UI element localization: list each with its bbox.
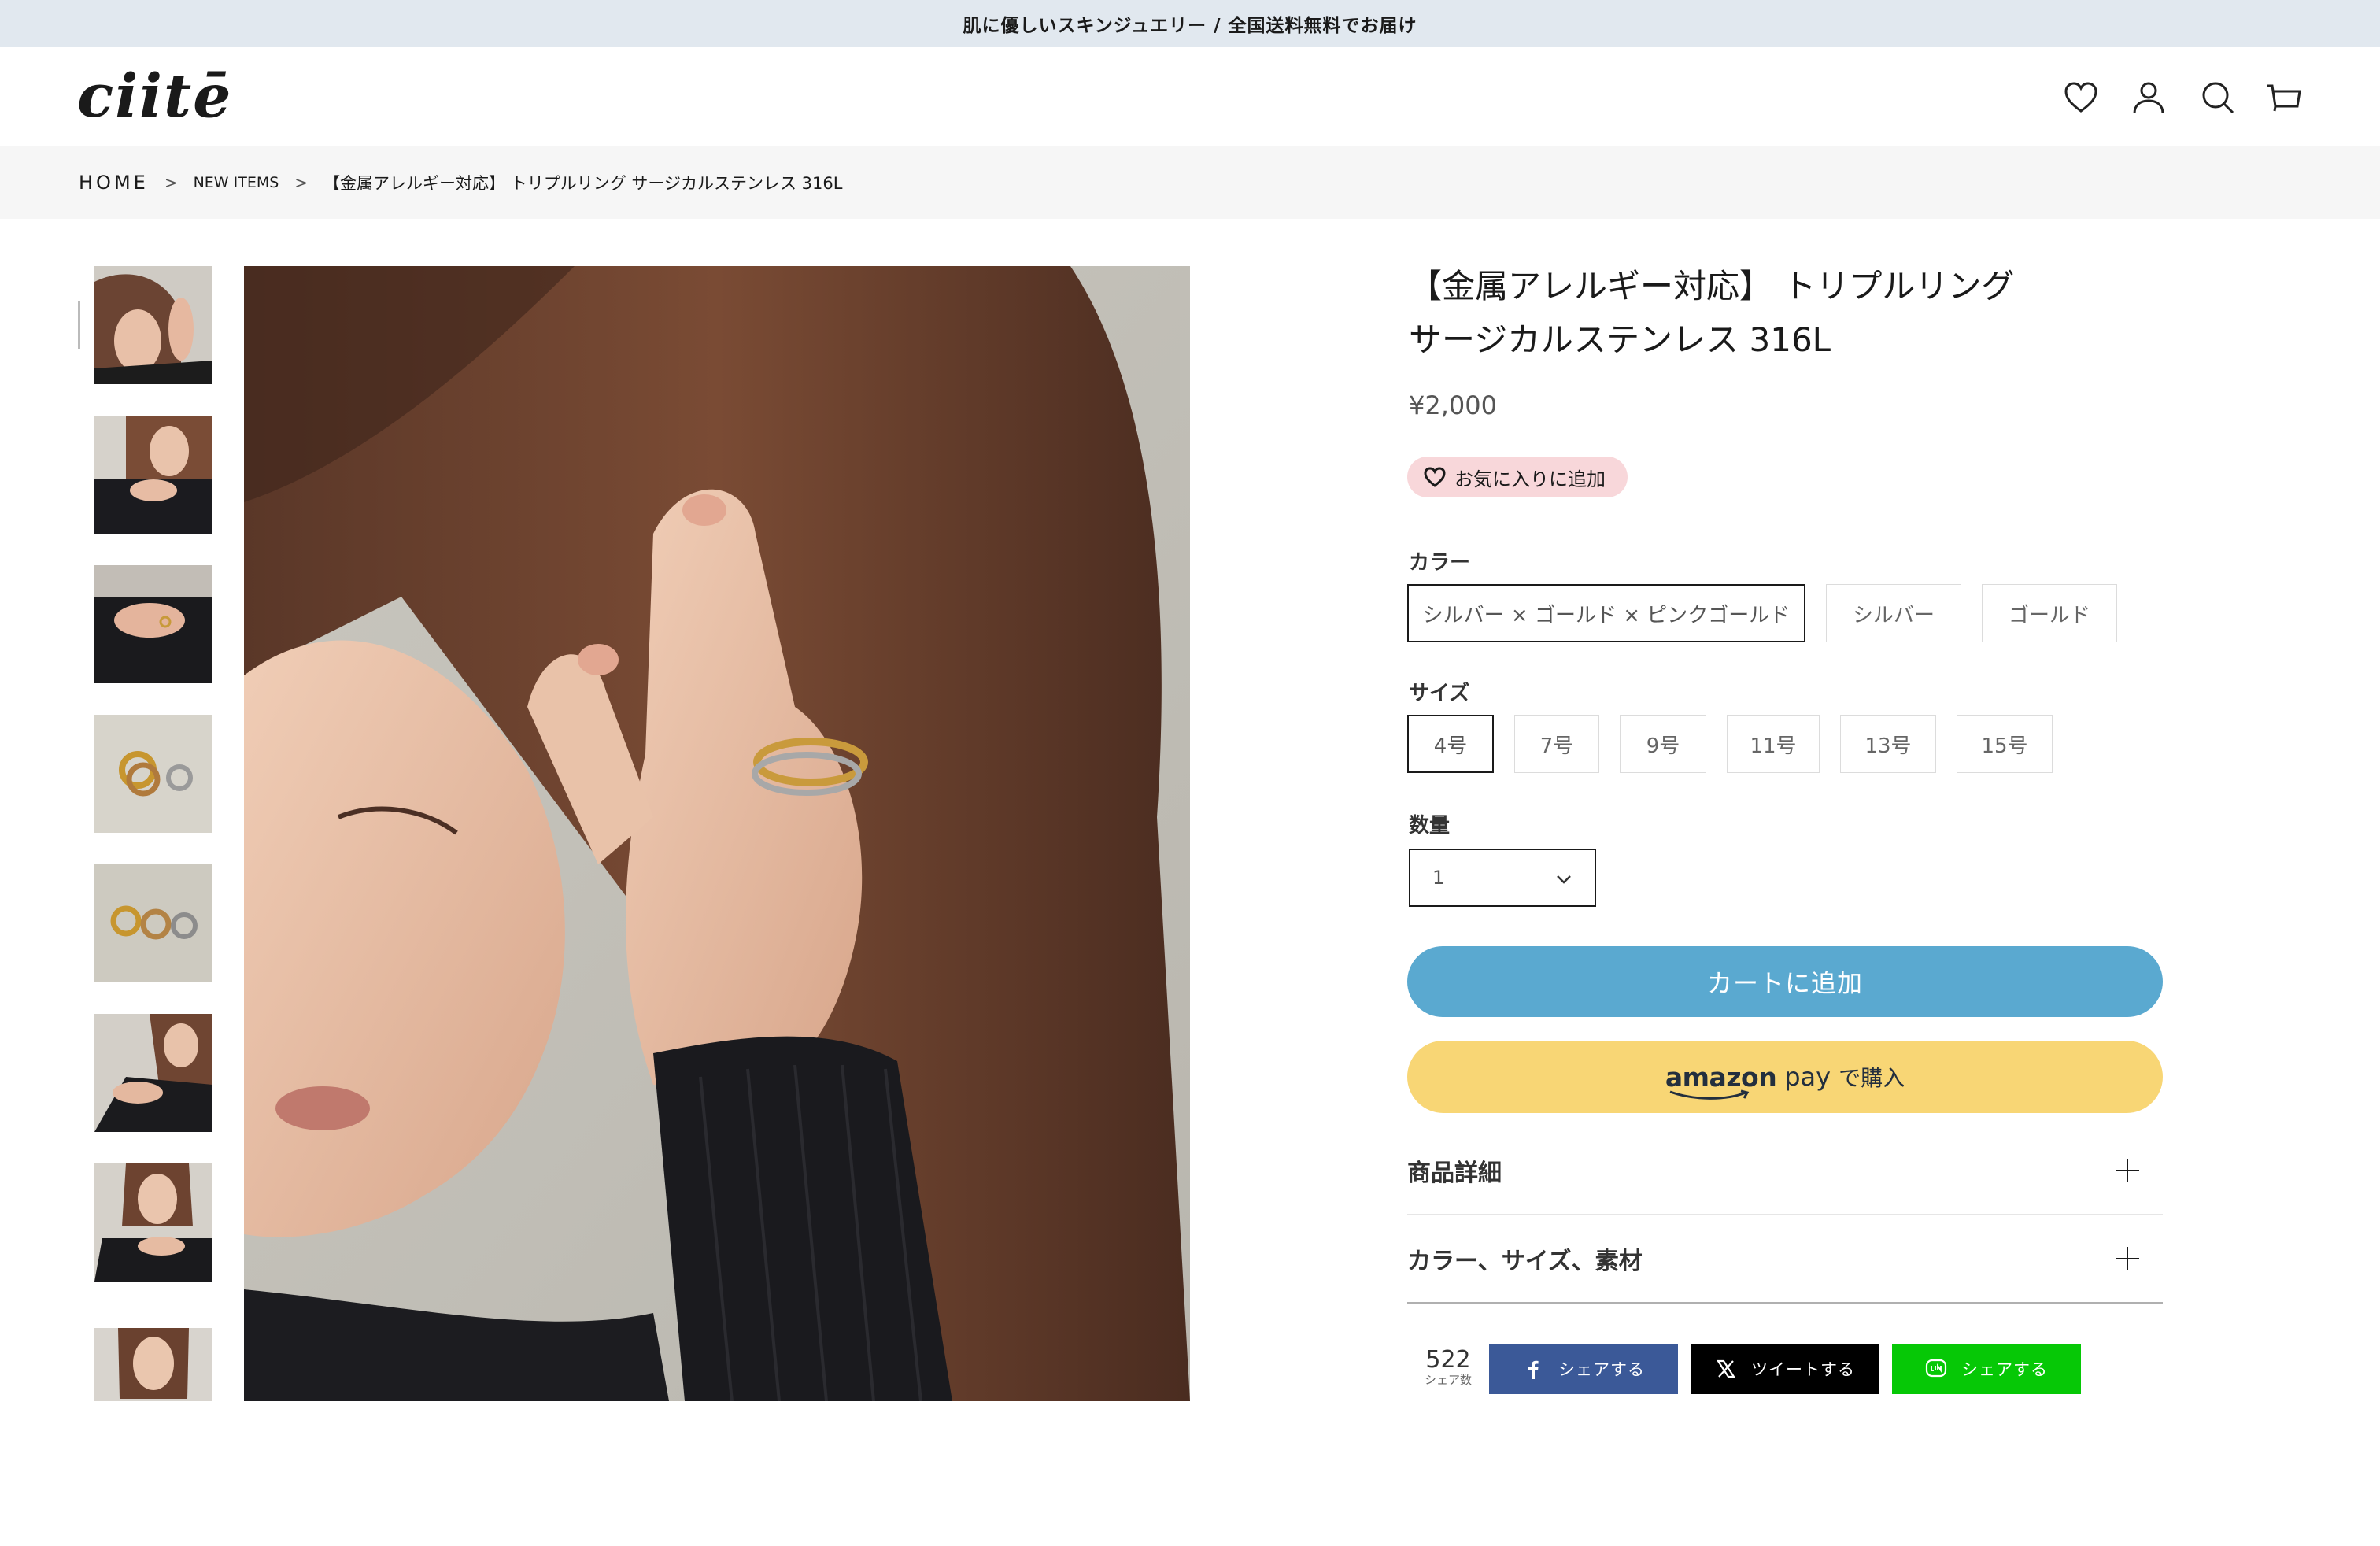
chevron-down-icon xyxy=(1557,875,1571,884)
line-share-label: シェアする xyxy=(1961,1360,2048,1379)
line-icon xyxy=(1925,1359,1947,1378)
main-product-image xyxy=(244,266,1190,1401)
amazon-buy-text: で購入 xyxy=(1839,1065,1905,1091)
size-option-7[interactable]: 7号 xyxy=(1514,715,1599,773)
heart-icon xyxy=(1424,467,1446,487)
announcement-text: 肌に優しいスキンジュエリー / 全国送料無料でお届け xyxy=(963,16,1417,36)
accordion-product-details[interactable]: 商品詳細 xyxy=(1407,1127,2163,1215)
product-price: ¥2,000 xyxy=(1409,390,1497,420)
logo[interactable]: ciitē xyxy=(77,65,232,128)
thumbnail-6[interactable] xyxy=(94,1014,213,1132)
size-option-13[interactable]: 13号 xyxy=(1840,715,1936,773)
heart-icon[interactable] xyxy=(2060,77,2101,118)
x-logo-icon xyxy=(1716,1359,1736,1378)
plus-icon xyxy=(2116,1247,2139,1270)
add-to-favorites-label: お気に入りに追加 xyxy=(1454,468,1606,490)
size-option-4[interactable]: 4号 xyxy=(1407,715,1494,773)
breadcrumb-home[interactable]: HOME xyxy=(79,172,149,194)
thumbnail-7[interactable] xyxy=(94,1163,213,1282)
thumbnail-5[interactable] xyxy=(94,864,213,982)
product-title-line-1: 【金属アレルギー対応】 トリプルリング xyxy=(1409,267,2015,305)
breadcrumb-current: 【金属アレルギー対応】 トリプルリング サージカルステンレス 316L xyxy=(323,174,843,193)
amazon-pay-button[interactable]: amazon pay で購入 xyxy=(1407,1041,2163,1113)
line-share-button[interactable]: シェアする xyxy=(1892,1344,2081,1394)
amazon-logo-text: amazon xyxy=(1665,1061,1777,1093)
thumbnail-3[interactable] xyxy=(94,565,213,683)
accordion-title: カラー、サイズ、素材 xyxy=(1407,1248,1643,1275)
accordion-title: 商品詳細 xyxy=(1407,1160,1502,1187)
site-header: ciitē xyxy=(0,47,2380,146)
breadcrumb: HOME > NEW ITEMS > 【金属アレルギー対応】 トリプルリング サ… xyxy=(0,146,2380,219)
facebook-icon xyxy=(1528,1360,1539,1379)
product-title: 【金属アレルギー対応】 トリプルリング サージカルステンレス 316L xyxy=(1409,260,2117,367)
color-option-mixed[interactable]: シルバー × ゴールド × ピンクゴールド xyxy=(1407,584,1805,642)
amazon-logo: amazon xyxy=(1665,1061,1777,1100)
accordion-color-size-material[interactable]: カラー、サイズ、素材 xyxy=(1407,1215,2163,1304)
color-option-silver[interactable]: シルバー xyxy=(1826,584,1961,642)
plus-icon xyxy=(2116,1159,2139,1182)
breadcrumb-category[interactable]: NEW ITEMS xyxy=(194,174,279,191)
quantity-label: 数量 xyxy=(1409,814,1451,838)
breadcrumb-separator: > xyxy=(164,173,178,192)
thumbnail-4[interactable] xyxy=(94,715,213,833)
share-count-number: 522 xyxy=(1425,1346,1471,1374)
color-option-gold[interactable]: ゴールド xyxy=(1982,584,2117,642)
add-to-cart-button[interactable]: カートに追加 xyxy=(1407,946,2163,1017)
facebook-share-button[interactable]: シェアする xyxy=(1489,1344,1678,1394)
announcement-bar: 肌に優しいスキンジュエリー / 全国送料無料でお届け xyxy=(0,0,2380,47)
size-option-11[interactable]: 11号 xyxy=(1727,715,1820,773)
thumbnail-8[interactable] xyxy=(94,1313,213,1401)
size-label: サイズ xyxy=(1409,682,1470,705)
thumbnail-1[interactable] xyxy=(94,266,213,384)
thumbnail-2[interactable] xyxy=(94,416,213,534)
add-to-favorites-button[interactable]: お気に入りに追加 xyxy=(1407,457,1628,497)
cart-icon[interactable] xyxy=(2264,77,2304,118)
x-tweet-label: ツイートする xyxy=(1751,1360,1855,1379)
size-option-9[interactable]: 9号 xyxy=(1620,715,1706,773)
facebook-share-label: シェアする xyxy=(1558,1360,1645,1379)
thumbnail-active-indicator xyxy=(78,301,80,349)
quantity-value: 1 xyxy=(1432,867,1445,889)
product-title-line-2: サージカルステンレス 316L xyxy=(1409,320,1831,359)
share-count: 522 シェア数 xyxy=(1417,1346,1480,1388)
amazon-pay-text: pay xyxy=(1784,1062,1831,1092)
account-icon[interactable] xyxy=(2128,77,2169,118)
amazon-smile-icon xyxy=(1669,1089,1750,1100)
breadcrumb-separator: > xyxy=(294,173,309,192)
quantity-select[interactable]: 1 xyxy=(1409,849,1596,907)
color-label: カラー xyxy=(1409,551,1471,575)
x-tweet-button[interactable]: ツイートする xyxy=(1691,1344,1879,1394)
size-option-15[interactable]: 15号 xyxy=(1957,715,2053,773)
share-count-label: シェア数 xyxy=(1424,1373,1472,1387)
search-icon[interactable] xyxy=(2197,77,2238,118)
